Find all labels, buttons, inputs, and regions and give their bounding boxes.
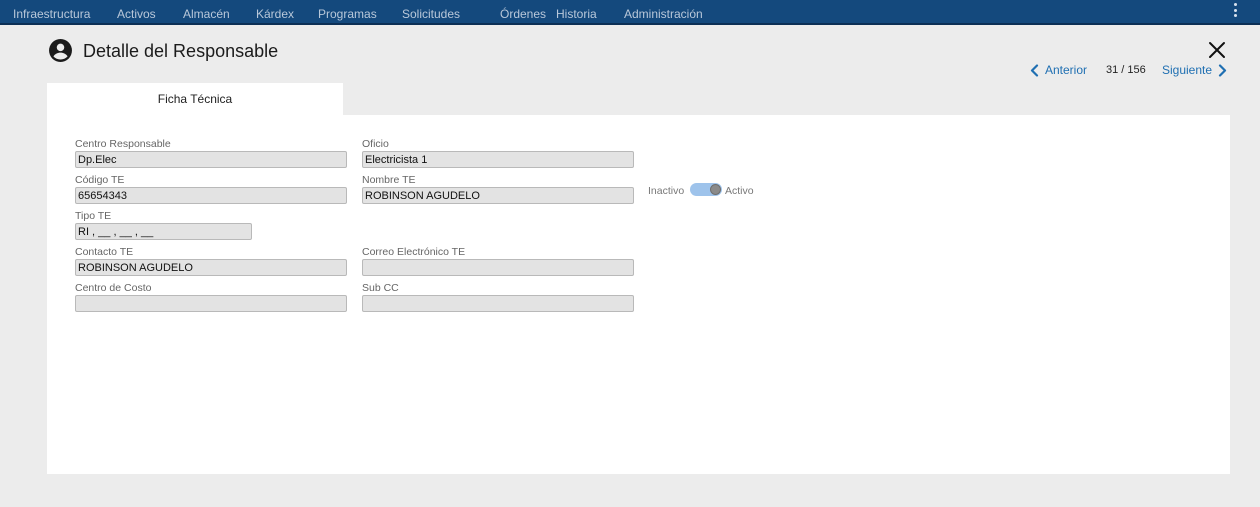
active-label: Activo bbox=[725, 185, 754, 197]
field-centro-responsable: Centro Responsable Dp.Elec bbox=[75, 139, 347, 168]
codigo-te-label: Código TE bbox=[75, 174, 125, 186]
switch-knob bbox=[710, 184, 721, 195]
status-switch[interactable] bbox=[690, 183, 722, 196]
previous-label: Anterior bbox=[1045, 63, 1088, 77]
centro-costo-input[interactable] bbox=[75, 295, 347, 312]
nav-item-administracion[interactable]: Administración bbox=[624, 7, 703, 21]
tab-ficha-tecnica[interactable]: Ficha Técnica bbox=[47, 83, 343, 116]
correo-te-input[interactable] bbox=[362, 259, 634, 276]
kebab-menu-icon[interactable] bbox=[1234, 3, 1238, 21]
nav-item-kardex[interactable]: Kárdex bbox=[256, 7, 294, 21]
nav-item-historia[interactable]: Historia bbox=[556, 7, 597, 21]
field-codigo-te: Código TE 65654343 bbox=[75, 175, 347, 204]
nav-item-almacen[interactable]: Almacén bbox=[183, 7, 230, 21]
record-counter: 31 / 156 bbox=[1106, 64, 1146, 76]
nombre-te-label: Nombre TE bbox=[362, 174, 416, 186]
inactive-label: Inactivo bbox=[648, 185, 685, 197]
oficio-label: Oficio bbox=[362, 138, 389, 150]
page-title: Detalle del Responsable bbox=[83, 41, 279, 61]
field-contacto-te: Contacto TE ROBINSON AGUDELO bbox=[75, 247, 347, 276]
contacto-te-label: Contacto TE bbox=[75, 246, 134, 258]
chevron-right-icon bbox=[1218, 63, 1227, 77]
next-record-button[interactable]: Siguiente bbox=[1162, 63, 1227, 77]
next-label: Siguiente bbox=[1162, 63, 1213, 77]
oficio-input[interactable]: Electricista 1 bbox=[362, 151, 634, 168]
nav-item-ordenes[interactable]: Órdenes bbox=[500, 7, 546, 21]
field-nombre-te: Nombre TE ROBINSON AGUDELO bbox=[362, 175, 634, 204]
field-centro-costo: Centro de Costo bbox=[75, 283, 347, 312]
tipo-te-input[interactable]: RI , __ , __ , __ bbox=[75, 223, 252, 240]
field-correo-te: Correo Electrónico TE bbox=[362, 247, 634, 276]
nav-item-activos[interactable]: Activos bbox=[117, 7, 156, 21]
previous-record-button[interactable]: Anterior bbox=[1030, 63, 1087, 77]
close-icon[interactable] bbox=[1207, 40, 1227, 60]
nav-item-solicitudes[interactable]: Solicitudes bbox=[402, 7, 460, 21]
nombre-te-input[interactable]: ROBINSON AGUDELO bbox=[362, 187, 634, 204]
field-oficio: Oficio Electricista 1 bbox=[362, 139, 634, 168]
centro-responsable-label: Centro Responsable bbox=[75, 138, 171, 150]
chevron-left-icon bbox=[1030, 63, 1039, 77]
centro-costo-label: Centro de Costo bbox=[75, 282, 152, 294]
centro-responsable-input[interactable]: Dp.Elec bbox=[75, 151, 347, 168]
nav-item-infraestructura[interactable]: Infraestructura bbox=[13, 7, 90, 21]
nav-item-programas[interactable]: Programas bbox=[318, 7, 377, 21]
sub-cc-input[interactable] bbox=[362, 295, 634, 312]
field-tipo-te: Tipo TE RI , __ , __ , __ bbox=[75, 211, 252, 240]
field-sub-cc: Sub CC bbox=[362, 283, 634, 312]
contacto-te-input[interactable]: ROBINSON AGUDELO bbox=[75, 259, 347, 276]
codigo-te-input[interactable]: 65654343 bbox=[75, 187, 347, 204]
correo-te-label: Correo Electrónico TE bbox=[362, 246, 466, 258]
sub-cc-label: Sub CC bbox=[362, 282, 399, 294]
account-circle-icon bbox=[49, 39, 72, 62]
tipo-te-label: Tipo TE bbox=[75, 210, 112, 222]
top-navigation-bar: Infraestructura Activos Almacén Kárdex P… bbox=[0, 0, 1260, 25]
